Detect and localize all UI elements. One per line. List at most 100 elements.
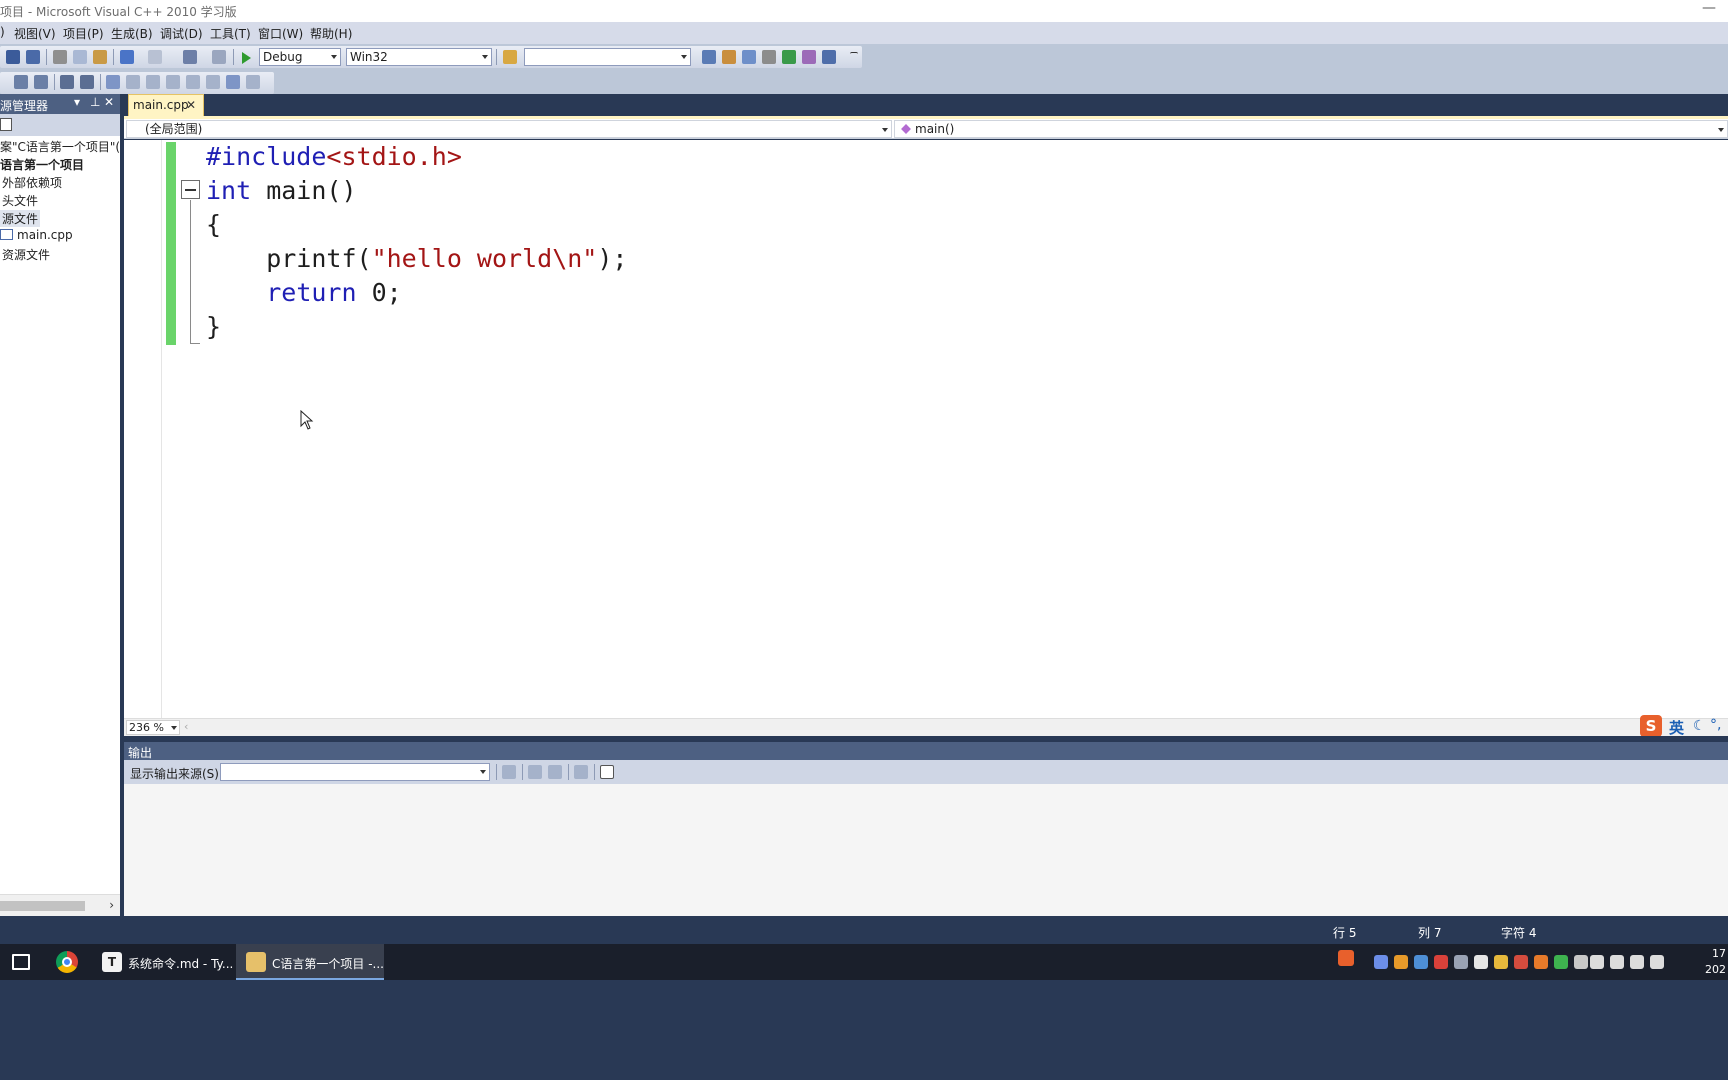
qq-tray-icon[interactable] [1514, 955, 1528, 969]
punctuation-icon[interactable]: °, [1710, 717, 1721, 733]
clear-bookmarks-icon[interactable] [246, 75, 260, 89]
menu-debug[interactable]: 调试(D) [160, 25, 203, 42]
code-editor[interactable]: #include<stdio.h> int main() { printf("h… [124, 140, 1728, 718]
properties-icon[interactable] [742, 50, 756, 64]
find-message-icon[interactable] [502, 765, 516, 779]
app-tray-icon[interactable] [1394, 955, 1408, 969]
ime-language[interactable]: 英 [1669, 717, 1684, 738]
scrollbar-thumb[interactable] [0, 901, 85, 911]
outdent-icon[interactable] [34, 75, 48, 89]
prev-bookmark-doc-icon[interactable] [206, 75, 220, 89]
find-in-files-icon[interactable] [503, 50, 517, 64]
menu-window[interactable]: 窗口(W) [258, 25, 303, 42]
menu-help[interactable]: 帮助(H) [310, 25, 352, 42]
menu-partial-icon[interactable]: ) [0, 25, 5, 39]
pin-icon[interactable]: ⊥ [90, 95, 100, 109]
chrome-icon[interactable] [56, 951, 78, 973]
tree-item-project[interactable]: 语言第一个项目 [0, 156, 84, 173]
start-debugging-icon[interactable] [242, 52, 251, 64]
navigate-back-icon[interactable] [183, 50, 197, 64]
toolbox-icon[interactable] [762, 50, 776, 64]
battery-tray-icon[interactable] [1610, 955, 1624, 969]
minimize-icon[interactable]: — [1702, 0, 1716, 16]
tree-item-main-cpp[interactable]: main.cpp [0, 228, 73, 242]
start-page-icon[interactable] [782, 50, 796, 64]
prev-message-icon[interactable] [528, 765, 542, 779]
save-all-icon[interactable] [26, 50, 40, 64]
uncomment-icon[interactable] [80, 75, 94, 89]
red-app-tray-icon[interactable] [1434, 955, 1448, 969]
clock[interactable]: 17 202 [1705, 946, 1726, 978]
sogou-tray-icon[interactable] [1338, 950, 1354, 966]
close-icon[interactable]: ✕ [104, 95, 114, 109]
find-combo[interactable] [524, 48, 691, 66]
tree-item-resource-files[interactable]: 资源文件 [2, 246, 50, 263]
wifi-tray-icon[interactable] [1630, 955, 1644, 969]
zoom-select[interactable]: 236 % [126, 720, 180, 735]
solution-explorer-icon[interactable] [722, 50, 736, 64]
next-bookmark-doc-icon[interactable] [226, 75, 240, 89]
solution-config-select[interactable]: Debug [259, 48, 341, 66]
cut-icon[interactable] [53, 50, 67, 64]
navigate-forward-icon[interactable] [212, 50, 226, 64]
prev-bookmark-folder-icon[interactable] [166, 75, 180, 89]
line-gutter[interactable] [124, 140, 162, 718]
tab-main-cpp[interactable]: main.cpp ✕ [128, 94, 204, 116]
half-width-icon[interactable]: ☾ [1693, 718, 1706, 734]
member-select[interactable]: main() [894, 120, 1728, 138]
tree-item-external-deps[interactable]: 外部依赖项 [2, 174, 62, 191]
panel-menu-icon[interactable]: ▾ [74, 95, 80, 109]
box-tray-icon[interactable] [1414, 955, 1428, 969]
collapse-icon[interactable] [181, 180, 200, 199]
link-tray-icon[interactable] [1374, 955, 1388, 969]
toolbar-separator [54, 74, 55, 90]
scroll-left-icon[interactable]: ‹ [184, 720, 188, 733]
save-icon[interactable] [6, 50, 20, 64]
tree-item-source-files[interactable]: 源文件 [0, 210, 41, 227]
search-tray-icon[interactable] [1534, 955, 1548, 969]
tree-item-header-files[interactable]: 头文件 [2, 192, 38, 209]
clear-all-icon[interactable] [574, 765, 588, 779]
platform-select[interactable]: Win32 [346, 48, 492, 66]
wechat-tray-icon[interactable] [1554, 955, 1568, 969]
code-text: printf( [206, 244, 372, 273]
prev-bookmark-icon[interactable] [126, 75, 140, 89]
task-visual-cpp[interactable]: C语言第一个项目 -... [236, 944, 384, 980]
word-wrap-icon[interactable] [600, 765, 614, 779]
tree-item-solution[interactable]: 案"C语言第一个项目"(1 [0, 138, 120, 155]
task-typora[interactable]: T 系统命令.md - Ty... [92, 944, 233, 980]
next-bookmark-icon[interactable] [146, 75, 160, 89]
scope-select[interactable]: (全局范围) [126, 120, 892, 138]
menu-build[interactable]: 生成(B) [111, 25, 153, 42]
copy-icon[interactable] [73, 50, 87, 64]
redo-icon[interactable] [148, 50, 162, 64]
menu-project[interactable]: 项目(P) [63, 25, 104, 42]
indent-icon[interactable] [14, 75, 28, 89]
sun-tray-icon[interactable] [1494, 955, 1508, 969]
menu-view[interactable]: 视图(V) [14, 25, 56, 42]
menu-tools[interactable]: 工具(T) [210, 25, 251, 42]
solution-hscrollbar[interactable]: › [0, 894, 120, 916]
find-icon[interactable] [702, 50, 716, 64]
volume-tray-icon[interactable] [1650, 955, 1664, 969]
close-tab-icon[interactable]: ✕ [186, 95, 196, 115]
output-text-area[interactable] [124, 784, 1728, 916]
bookmark-icon[interactable] [106, 75, 120, 89]
task-view-icon[interactable] [12, 954, 30, 970]
comment-icon[interactable] [60, 75, 74, 89]
next-bookmark-folder-icon[interactable] [186, 75, 200, 89]
output-source-select[interactable] [220, 763, 490, 781]
chevron-right-icon[interactable]: › [109, 898, 114, 912]
class-view-icon[interactable] [802, 50, 816, 64]
next-message-icon[interactable] [548, 765, 562, 779]
network-tray-icon[interactable] [1574, 955, 1588, 969]
mic-tray-icon[interactable] [1590, 955, 1604, 969]
shield-tray-icon[interactable] [1454, 955, 1468, 969]
platform-value: Win32 [350, 50, 388, 64]
toolbar-overflow-icon[interactable] [850, 52, 858, 62]
properties-icon[interactable] [0, 118, 12, 131]
paste-icon[interactable] [93, 50, 107, 64]
output-window-icon[interactable] [822, 50, 836, 64]
copy-tray-icon[interactable] [1474, 955, 1488, 969]
undo-icon[interactable] [120, 50, 134, 64]
